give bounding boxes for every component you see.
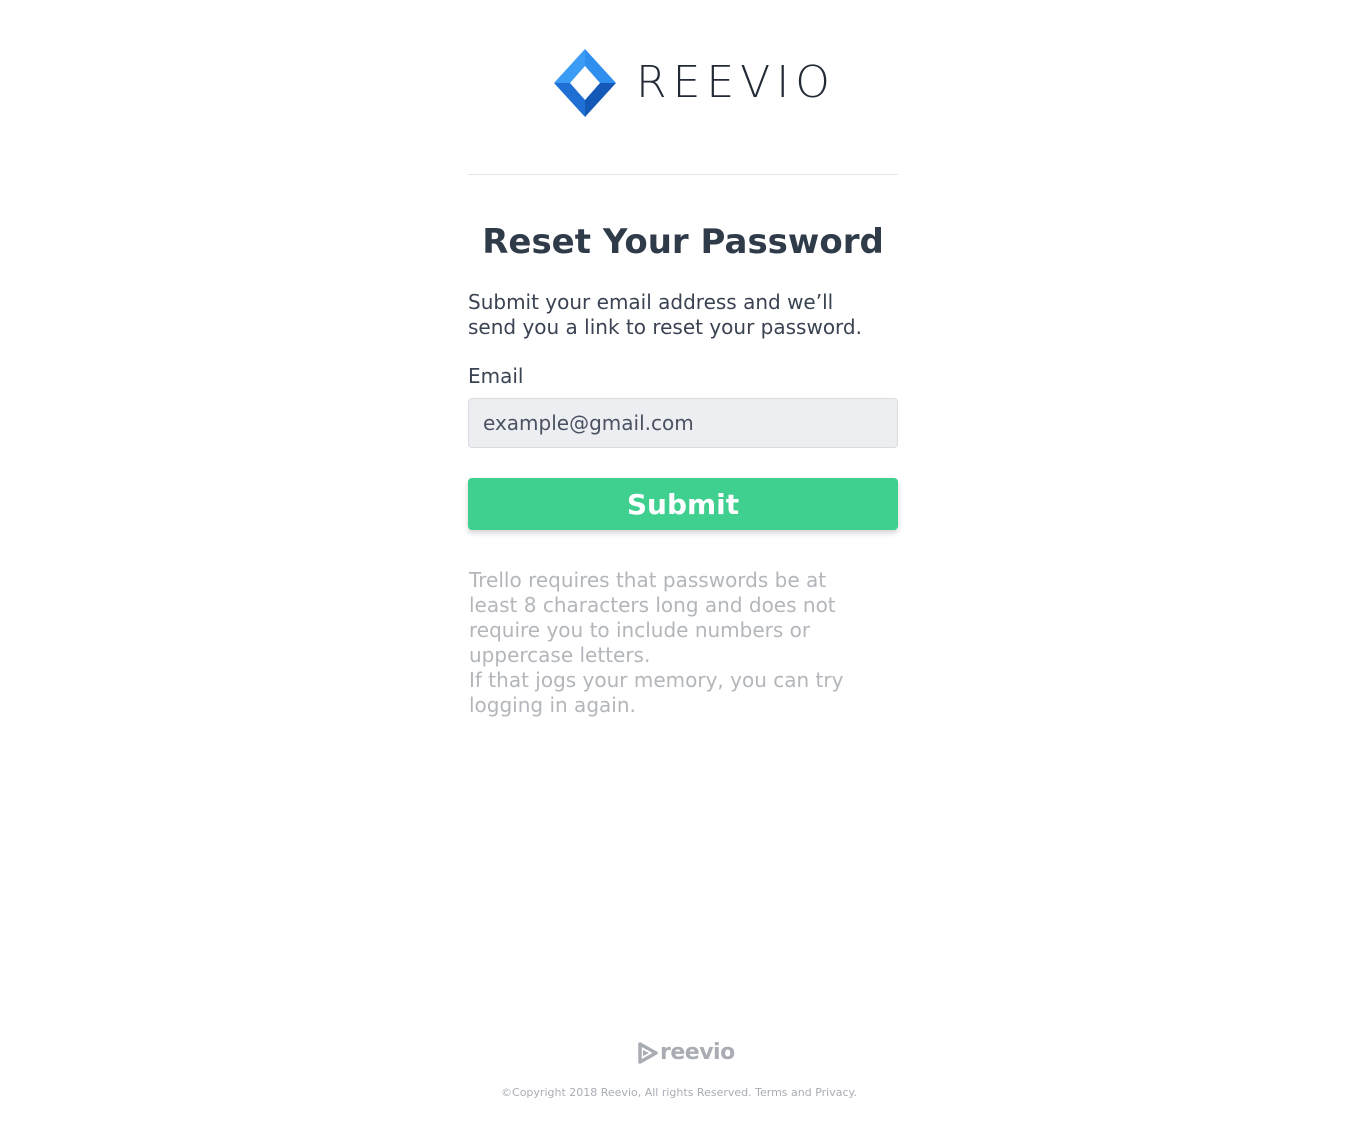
password-help-text: Trello requires that passwords be at lea… (469, 568, 879, 718)
reevio-logo[interactable]: REEVIO (554, 48, 836, 118)
page-subtitle: Submit your email address and we’ll send… (468, 290, 862, 339)
footer-wordmark: reevio (660, 1040, 735, 1065)
password-requirements-text: Trello requires that passwords be at lea… (469, 568, 836, 667)
copyright-text: ©Copyright 2018 Reevio, All rights Reser… (501, 1086, 857, 1099)
reset-password-page: REEVIO Reset Your Password Submit your e… (0, 0, 1366, 1129)
reevio-diamond-icon (554, 49, 616, 117)
email-field[interactable] (468, 398, 898, 448)
play-icon (638, 1042, 658, 1064)
login-hint-text: If that jogs your memory, you can try lo… (469, 668, 844, 717)
header-divider (468, 174, 898, 175)
email-label: Email (468, 364, 524, 388)
submit-button[interactable]: Submit (468, 478, 898, 530)
footer-logo[interactable]: reevio (638, 1042, 735, 1064)
page-title: Reset Your Password (482, 222, 884, 262)
reevio-wordmark: REEVIO (636, 57, 836, 108)
